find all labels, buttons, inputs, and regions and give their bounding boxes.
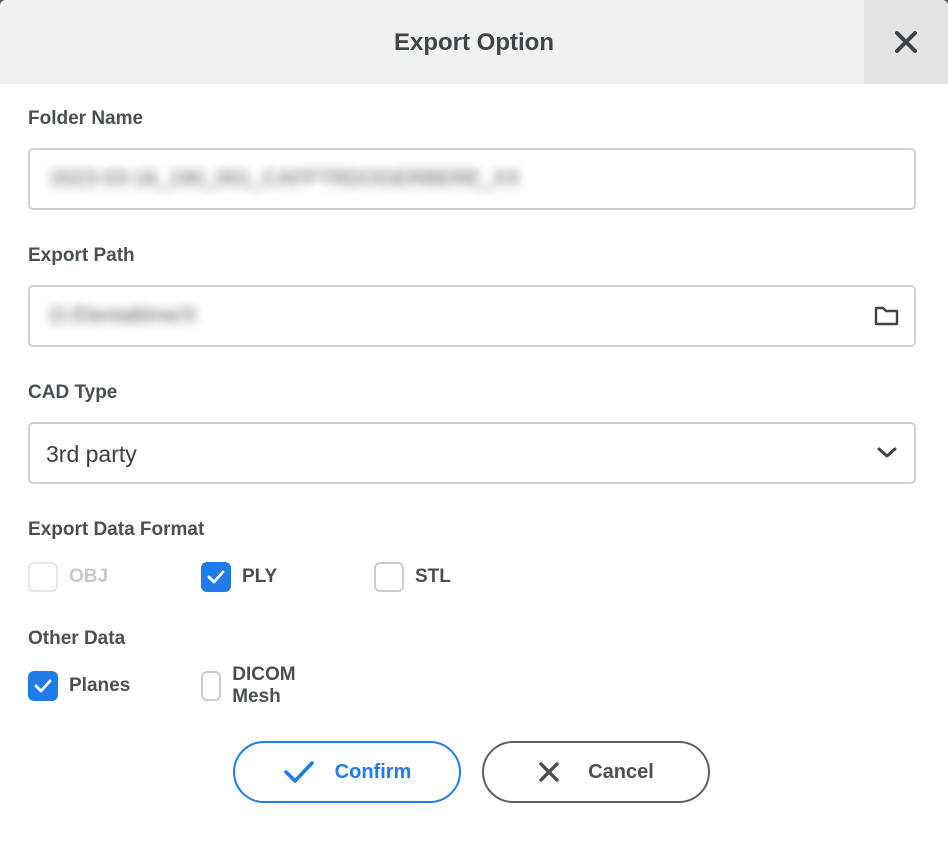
planes-label: Planes — [69, 675, 131, 696]
check-icon — [283, 761, 314, 783]
stl-checkbox[interactable]: STL — [374, 561, 451, 593]
confirm-label: Confirm — [334, 760, 412, 783]
cad-type-select[interactable]: 3rd party — [28, 422, 916, 484]
other-data-label: Other Data — [28, 628, 126, 649]
export-path-value: D:/Dentaltime/X — [50, 304, 198, 327]
cad-type-value: 3rd party — [46, 441, 137, 467]
dicom-mesh-checkbox[interactable]: DICOM Mesh — [201, 664, 305, 707]
obj-checkbox: OBJ — [28, 561, 108, 593]
folder-name-input[interactable]: 2023-03-16_190_001_CAFPTRDOGERBERE_XX — [28, 148, 916, 210]
folder-name-value: 2023-03-16_190_001_CAFPTRDOGERBERE_XX — [50, 167, 521, 190]
checkmark-icon — [34, 679, 52, 693]
checkmark-icon — [207, 570, 225, 584]
dialog-title: Export Option — [394, 29, 554, 56]
chevron-down-icon — [877, 447, 897, 458]
obj-label: OBJ — [69, 566, 109, 587]
folder-name-label: Folder Name — [28, 108, 144, 129]
stl-label: STL — [415, 566, 451, 587]
dialog-header: Export Option — [0, 0, 948, 84]
export-path-label: Export Path — [28, 245, 135, 266]
confirm-button[interactable]: Confirm — [233, 741, 461, 803]
ply-checkbox[interactable]: PLY — [201, 561, 277, 593]
close-button[interactable] — [864, 0, 948, 84]
export-option-dialog: Export Option Folder Name 2023-03-16_190… — [0, 0, 948, 843]
close-icon — [539, 762, 559, 782]
folder-icon — [874, 306, 899, 326]
folder-browse-button[interactable] — [874, 303, 900, 329]
cancel-button[interactable]: Cancel — [482, 741, 710, 803]
ply-label: PLY — [242, 566, 278, 587]
dicom-mesh-label: DICOM Mesh — [232, 664, 296, 707]
close-icon — [895, 31, 917, 53]
cancel-label: Cancel — [588, 760, 654, 783]
cad-type-label: CAD Type — [28, 382, 118, 403]
planes-checkbox[interactable]: Planes — [28, 670, 130, 702]
export-data-format-label: Export Data Format — [28, 519, 205, 540]
export-path-input[interactable]: D:/Dentaltime/X — [28, 285, 916, 347]
